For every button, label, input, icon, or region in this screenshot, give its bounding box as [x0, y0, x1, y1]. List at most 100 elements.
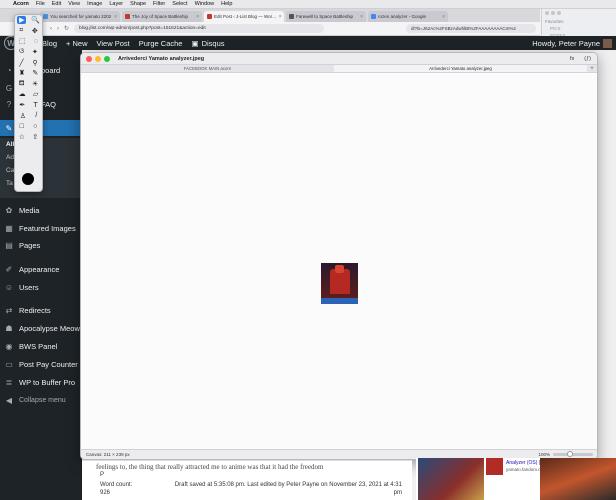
bucket-icon[interactable]: ⛾: [19, 79, 25, 88]
forward-icon[interactable]: ›: [57, 26, 59, 32]
oval-shape-icon[interactable]: ○: [33, 123, 37, 130]
pencil-icon[interactable]: ✎: [32, 69, 38, 77]
menu-image[interactable]: Image: [87, 1, 102, 7]
pointer-tool-icon[interactable]: ▶: [17, 16, 27, 25]
browser-tab[interactable]: Farewell to Space Battleship ×: [286, 11, 366, 22]
menu-pages[interactable]: ▤ Pages: [0, 237, 82, 253]
browser-tab[interactable]: The Joy of Space Battleship ×: [122, 11, 202, 22]
admin-bar-purge-cache[interactable]: Purge Cache: [139, 39, 183, 48]
word-count-value: 926: [100, 490, 111, 496]
collapse-icon: ◀: [5, 395, 13, 405]
image-canvas[interactable]: [81, 74, 597, 451]
doc-tab[interactable]: FACEBOOK MAIN.acorn: [81, 65, 334, 72]
rotate-tool-icon[interactable]: ✥: [32, 27, 38, 35]
color-well[interactable]: [22, 173, 34, 185]
doc-tab-active[interactable]: Arrivederci Yamato analyzer.jpeg: [334, 65, 587, 72]
document-tabs: FACEBOOK MAIN.acorn Arrivederci Yamato a…: [81, 65, 597, 73]
menu-bws-panel[interactable]: ◉ BWS Panel: [0, 338, 82, 354]
menu-filter[interactable]: Filter: [153, 1, 165, 7]
menu-wp-to-buffer[interactable]: ≣ WP to Buffer Pro: [0, 374, 82, 390]
post-paragraph[interactable]: feelings to, the thing that really attra…: [96, 463, 323, 471]
browser-tab[interactable]: You searched for yamato 2202 ×: [40, 11, 120, 22]
crop-tool-icon[interactable]: ⌗: [19, 27, 23, 35]
menu-help[interactable]: Help: [221, 1, 232, 7]
canvas-info: Canvas: 211 × 239 px: [86, 452, 130, 457]
eraser-icon[interactable]: ▱: [33, 90, 38, 98]
favorites-item[interactable]: PICS: [542, 26, 616, 31]
lasso-icon[interactable]: ଓ: [19, 48, 24, 56]
pages-icon: ▤: [5, 240, 13, 250]
minimize-window-icon[interactable]: [95, 55, 101, 62]
reload-icon[interactable]: ↻: [64, 25, 69, 32]
pen-icon[interactable]: ✒: [19, 101, 25, 109]
close-tab-icon[interactable]: ×: [360, 14, 363, 20]
menu-redirects[interactable]: ⇄ Redirects: [0, 302, 82, 318]
zoom-slider[interactable]: [553, 451, 593, 457]
arrow-icon[interactable]: ⇧: [32, 133, 38, 141]
menu-shape[interactable]: Shape: [130, 1, 146, 7]
close-window-icon[interactable]: [86, 55, 92, 62]
close-tab-icon[interactable]: ×: [114, 14, 117, 20]
url-field[interactable]: blog.jlist.com/wp-admin/post.php?post=15…: [74, 24, 325, 33]
line-icon[interactable]: /: [35, 112, 37, 119]
menu-media[interactable]: ✿ Media: [0, 202, 82, 218]
menu-window[interactable]: Window: [195, 1, 215, 7]
close-tab-icon[interactable]: ×: [279, 14, 282, 20]
admin-bar-disqus[interactable]: ▣ Disqus: [191, 39, 224, 48]
gradient-icon[interactable]: ☀: [32, 80, 38, 88]
browser-address-bar: ‹ › ↻ blog.jlist.com/wp-admin/post.php?p…: [0, 22, 540, 36]
search-result-thumb: [486, 458, 503, 475]
menu-users[interactable]: ☺ Users: [0, 279, 82, 295]
zoom-knob[interactable]: [567, 451, 573, 457]
smudge-icon[interactable]: ☁: [19, 90, 26, 98]
star-icon[interactable]: ☆: [19, 133, 25, 141]
close-tab-icon[interactable]: ×: [196, 14, 199, 20]
search-result-image[interactable]: [418, 458, 484, 500]
menu-select[interactable]: Select: [172, 1, 187, 7]
admin-bar-view-post[interactable]: View Post: [96, 39, 129, 48]
close-tab-icon[interactable]: ×: [442, 14, 445, 20]
menu-layer[interactable]: Layer: [109, 1, 123, 7]
shape-icon[interactable]: ♙: [20, 112, 26, 120]
brush-tool-icon[interactable]: ╱: [19, 59, 23, 67]
favorites-label: Favorites: [545, 19, 564, 24]
menu-edit[interactable]: Edit: [52, 1, 61, 7]
menu-appearance[interactable]: ✐ Appearance: [0, 261, 82, 277]
url-field-secondary[interactable]: dl?ls=J62Ac%2FSBzAdwhlBt%2FAAAAAAAACm%2: [406, 24, 536, 33]
admin-bar-account[interactable]: Howdy, Peter Payne: [532, 38, 612, 48]
menu-featured-images[interactable]: ▦ Featured Images: [0, 220, 82, 236]
text-tool-icon[interactable]: T: [34, 102, 38, 109]
comment-icon: ▣: [191, 38, 199, 48]
fx-button[interactable]: fx: [570, 56, 574, 62]
rect-shape-icon[interactable]: □: [20, 123, 24, 130]
ellipse-select-icon[interactable]: ◌: [34, 38, 38, 45]
zoom-tool-icon[interactable]: 🔍: [31, 16, 40, 24]
tool-palette: ▶ 🔍 ⌗ ✥ ⬚ ◌ ଓ ✦ ╱ ⚲ ♜ ✎ ⛾ ☀ ☁ ▱ ✒ T ♙ / □ ○ ☆ ⇧: [14, 14, 43, 192]
browser-tab-active[interactable]: Edit Post ‹ J-List Blog — Wor… ×: [204, 11, 284, 22]
menu-apocalypse-meow[interactable]: ☗ Apocalypse Meow: [0, 320, 82, 336]
wand2-icon[interactable]: ⚲: [32, 59, 37, 67]
browser-tabbar: You searched for yamato 2202 × The Joy of…: [0, 9, 540, 22]
function-button[interactable]: (ƒ): [584, 56, 591, 62]
menu-collapse[interactable]: ◀ Collapse menu: [0, 392, 82, 408]
menu-app-name[interactable]: Acorn: [13, 1, 29, 7]
admin-bar-new[interactable]: + New: [66, 39, 87, 48]
admin-bar-blog[interactable]: Blog: [42, 39, 57, 48]
menu-post-pay-counter[interactable]: ▭ Post Pay Counter: [0, 356, 82, 372]
magic-wand-icon[interactable]: ✦: [32, 48, 38, 56]
search-result-image[interactable]: [540, 458, 616, 500]
favicon-icon: [43, 14, 48, 19]
new-tab-icon[interactable]: +: [587, 65, 597, 72]
menu-file[interactable]: File: [36, 1, 45, 7]
zoom-window-icon[interactable]: [104, 55, 110, 62]
dashboard-icon: ◔: [6, 65, 12, 75]
window-title: Arrivederci Yamato analyzer.jpeg: [118, 55, 205, 62]
search-result-card[interactable]: Analyzer (OS) | Space yamato.fandom.com: [486, 458, 556, 500]
back-icon[interactable]: ‹: [50, 26, 52, 32]
browser-tab[interactable]: rozen analyzer - Google ×: [368, 11, 448, 22]
stamp-icon[interactable]: ♜: [19, 69, 25, 77]
image-icon: ▦: [5, 223, 13, 233]
window-controls: [542, 9, 616, 17]
menu-view[interactable]: View: [68, 1, 80, 7]
rect-select-icon[interactable]: ⬚: [19, 37, 26, 45]
